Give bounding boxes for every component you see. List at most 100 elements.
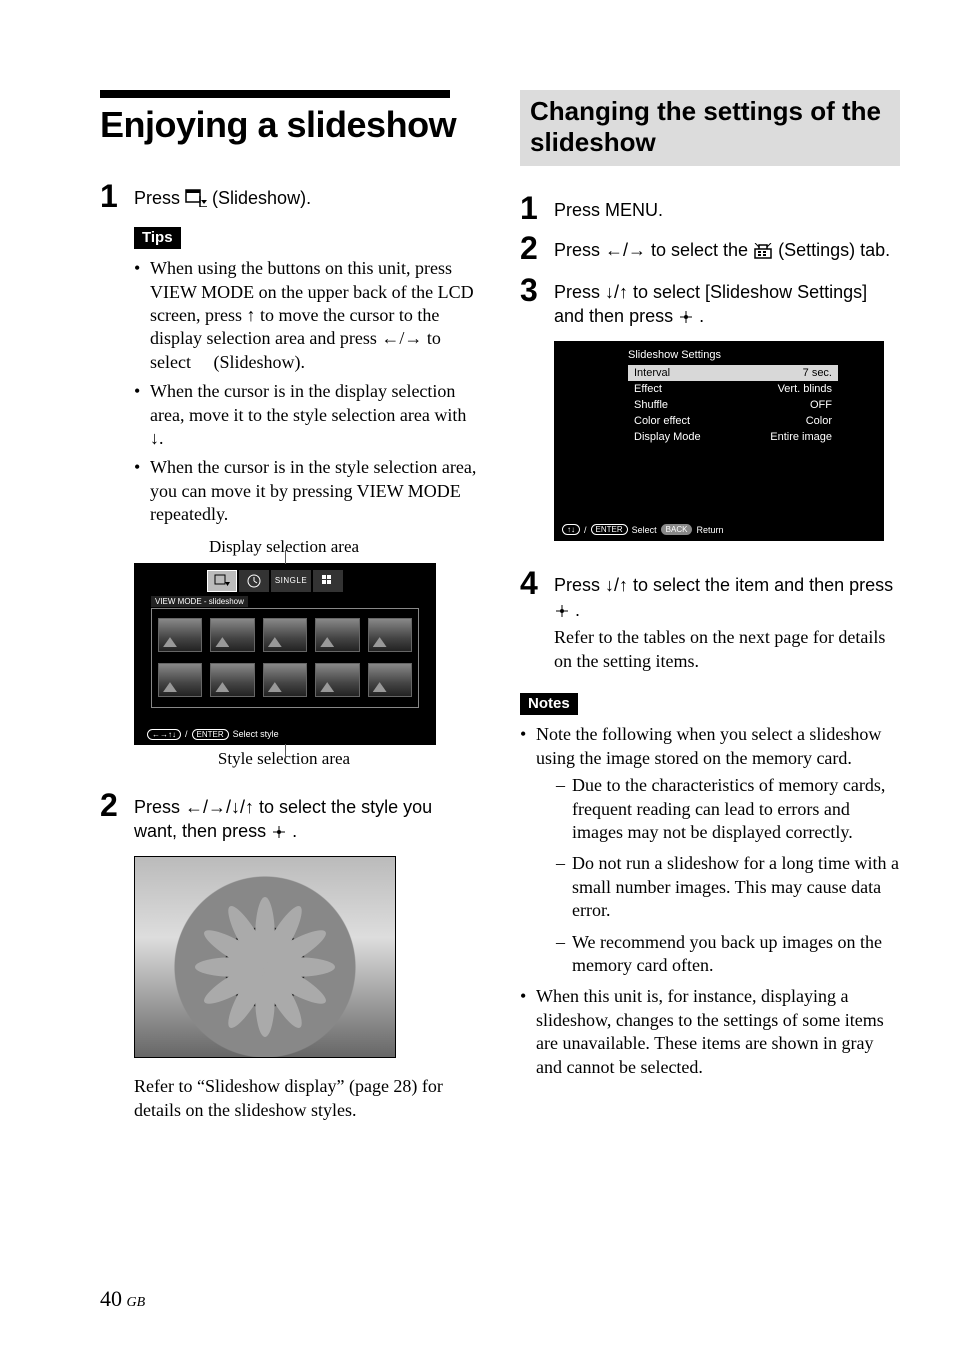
text: Press ↓/↑ to select [Slideshow Settings]… (554, 282, 867, 326)
step-text: Press ←/→ to select the (Settings) tab. (554, 230, 890, 265)
r-step-1: 1 Press MENU. (520, 190, 900, 224)
display-selection-mock: SINGLE VIEW MODE - slideshow (134, 563, 436, 745)
enter-icon (271, 822, 287, 846)
sample-photo (134, 856, 396, 1058)
step-1: 1 Press (Slideshow). (100, 178, 480, 213)
settings-key: Display Mode (634, 431, 701, 443)
r-step-3: 3 Press ↓/↑ to select [Slideshow Setting… (520, 272, 900, 332)
settings-key: Shuffle (634, 399, 668, 411)
hint-text: Select style (233, 729, 279, 739)
step-number: 1 (100, 178, 134, 212)
r-step-2: 2 Press ←/→ to select the (Settings) tab… (520, 230, 900, 265)
step-line: Press ←/→/↓/↑ to select the style you (134, 797, 432, 817)
settings-table: Interval 7 sec. Effect Vert. blinds Shuf… (628, 365, 838, 445)
display-mock-wrap: SINGLE VIEW MODE - slideshow (100, 563, 480, 745)
hint-select: Select (632, 525, 657, 535)
mode-tabs: SINGLE (207, 570, 343, 592)
settings-val: Color (806, 415, 832, 427)
settings-row: Effect Vert. blinds (628, 381, 838, 397)
step-line: . (292, 821, 297, 841)
style-thumb (158, 663, 202, 697)
settings-val: Entire image (770, 431, 832, 443)
r-step-4: 4 Press ↓/↑ to select the item and then … (520, 565, 900, 673)
page-number: 40 (100, 1286, 122, 1311)
note-item: Note the following when you select a sli… (520, 723, 900, 977)
text: Press ↓/↑ to select the item and then pr… (554, 575, 893, 595)
left-column: Enjoying a slideshow 1 Press (Slideshow)… (100, 90, 480, 1123)
enter-pill: ENTER (192, 729, 229, 740)
tab-single: SINGLE (271, 570, 311, 592)
nav-pill: ←→↑↓ (147, 729, 181, 740)
style-thumb (315, 663, 359, 697)
style-thumb (210, 618, 254, 652)
style-thumb (210, 663, 254, 697)
step-text: Press MENU. (554, 190, 663, 222)
slideshow-settings-mock: Slideshow Settings Interval 7 sec. Effec… (554, 341, 884, 541)
note-sub-item: Do not run a slideshow for a long time w… (556, 852, 900, 922)
note-item: When this unit is, for instance, display… (520, 985, 900, 1079)
manual-page: Enjoying a slideshow 1 Press (Slideshow)… (0, 0, 954, 1352)
step-text-b: (Slideshow). (212, 188, 311, 208)
step-text: Press ←/→/↓/↑ to select the style you wa… (134, 787, 432, 847)
style-thumb (368, 663, 412, 697)
region-code: GB (127, 1295, 146, 1310)
note-intro: Note the following when you select a sli… (536, 724, 881, 767)
back-pill: BACK (661, 524, 693, 535)
style-grid (151, 608, 419, 708)
text: . (699, 306, 704, 326)
note-sub-item: Due to the characteristics of memory car… (556, 774, 900, 844)
settings-row: Shuffle OFF (628, 397, 838, 413)
settings-row: Color effect Color (628, 413, 838, 429)
step-number: 1 (520, 190, 554, 224)
thumb-row (158, 663, 412, 697)
callout-line-top (285, 550, 286, 564)
callout-line-bot (285, 744, 286, 758)
nav-pill: ↑↓ (562, 524, 580, 535)
step-text: Press ↓/↑ to select [Slideshow Settings]… (554, 272, 900, 332)
step-text: Press ↓/↑ to select the item and then pr… (554, 565, 900, 673)
style-thumb (263, 663, 307, 697)
tip-item: When using the buttons on this unit, pre… (134, 257, 480, 374)
step-2: 2 Press ←/→/↓/↑ to select the style you … (100, 787, 480, 847)
right-column: Changing the settings of the slideshow 1… (520, 90, 900, 1123)
text: (Settings) tab. (778, 240, 890, 260)
style-thumb (315, 618, 359, 652)
tab-clock-icon (239, 570, 269, 592)
step-number: 3 (520, 272, 554, 306)
tips-list: When using the buttons on this unit, pre… (100, 257, 480, 526)
tips-tag: Tips (134, 227, 181, 249)
settings-key: Interval (634, 367, 670, 379)
settings-val: Vert. blinds (778, 383, 832, 395)
mode-hint: ←→↑↓ / ENTER Select style (147, 729, 279, 740)
settings-row: Display Mode Entire image (628, 429, 838, 445)
enter-pill: ENTER (591, 524, 628, 535)
note-sub-item: We recommend you back up images on the m… (556, 931, 900, 978)
settings-key: Effect (634, 383, 662, 395)
text: Press ←/→ to select the (554, 240, 753, 260)
settings-icon (753, 241, 773, 265)
settings-hint: ↑↓ / ENTER Select BACK Return (562, 524, 723, 535)
step-text: Press (Slideshow). (134, 178, 311, 213)
settings-val: 7 sec. (803, 367, 832, 379)
style-thumb (158, 618, 202, 652)
thumb-row (158, 618, 412, 652)
notes-list: Note the following when you select a sli… (520, 723, 900, 1078)
ref-text: Refer to “Slideshow display” (page 28) f… (134, 1076, 443, 1120)
step-number: 2 (520, 230, 554, 264)
style-thumb (368, 618, 412, 652)
step-line: want, then press (134, 821, 271, 841)
style-thumb (263, 618, 307, 652)
settings-title: Slideshow Settings (628, 349, 721, 361)
settings-val: OFF (810, 399, 832, 411)
hint-return: Return (696, 525, 723, 535)
style-area-caption: Style selection area (134, 749, 434, 769)
heading-rule (100, 90, 450, 98)
enter-icon (678, 307, 694, 331)
page-footer: 40 GB (100, 1286, 145, 1312)
step4-detail: Refer to the tables on the next page for… (554, 627, 885, 671)
text: . (575, 600, 580, 620)
settings-key: Color effect (634, 415, 690, 427)
note-sublist: Due to the characteristics of memory car… (536, 770, 900, 977)
tab-slideshow-icon (207, 570, 237, 592)
display-area-caption: Display selection area (134, 537, 434, 557)
